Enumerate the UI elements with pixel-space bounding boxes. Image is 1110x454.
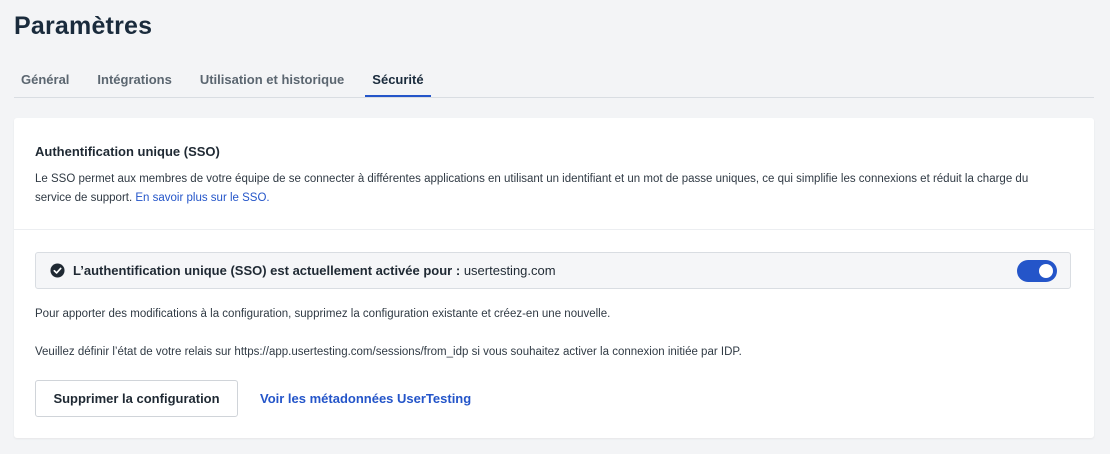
sso-section-title: Authentification unique (SSO) — [35, 144, 220, 159]
sso-toggle[interactable] — [1017, 260, 1057, 282]
tab-general[interactable]: Général — [14, 64, 76, 97]
tab-security[interactable]: Sécurité — [365, 64, 431, 97]
delete-config-button[interactable]: Supprimer la configuration — [35, 380, 238, 417]
sso-status-bar: L’authentification unique (SSO) est actu… — [35, 252, 1071, 289]
sso-status-text: L’authentification unique (SSO) est actu… — [73, 263, 556, 278]
tab-usage-history[interactable]: Utilisation et historique — [193, 64, 351, 97]
sso-description: Le SSO permet aux membres de votre équip… — [35, 170, 1065, 208]
learn-more-sso-link[interactable]: En savoir plus sur le SSO. — [135, 192, 269, 204]
tab-integrations[interactable]: Intégrations — [90, 64, 178, 97]
sso-toggle-knob — [1039, 264, 1053, 278]
sso-status-label: L’authentification unique (SSO) est actu… — [73, 263, 461, 278]
sso-domain: usertesting.com — [463, 263, 556, 278]
view-metadata-link[interactable]: Voir les métadonnées UserTesting — [260, 391, 471, 406]
settings-page: Paramètres Général Intégrations Utilisat… — [0, 0, 1110, 454]
relay-state-info: Veuillez définir l’état de votre relais … — [35, 346, 742, 358]
sso-card: Authentification unique (SSO) Le SSO per… — [14, 118, 1094, 438]
check-circle-icon — [50, 263, 65, 278]
page-title: Paramètres — [14, 12, 153, 40]
modify-config-info: Pour apporter des modifications à la con… — [35, 308, 611, 320]
sso-header: Authentification unique (SSO) Le SSO per… — [14, 118, 1094, 230]
settings-tabs: Général Intégrations Utilisation et hist… — [14, 64, 1094, 98]
